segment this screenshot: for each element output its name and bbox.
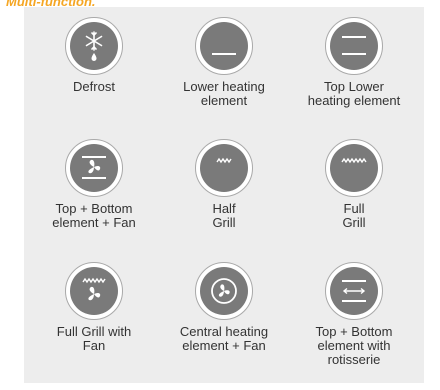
function-panel: Defrost Lower heating element Top Lower … — [24, 7, 424, 383]
full-grill-icon — [325, 139, 383, 197]
function-label: Full Grill — [342, 201, 366, 230]
function-label: Defrost — [73, 79, 115, 94]
half-grill-icon — [195, 139, 253, 197]
top-lower-heating-icon — [325, 17, 383, 75]
function-label: Top Lower heating element — [307, 79, 401, 108]
top-bottom-fan-icon — [65, 139, 123, 197]
snowflake-drop-icon — [65, 17, 123, 75]
function-label: Top + Bottom element with rotisserie — [315, 324, 393, 367]
central-heating-fan-icon — [195, 262, 253, 320]
top-bottom-rotisserie-icon — [325, 262, 383, 320]
function-label: Lower heating element — [183, 79, 265, 108]
lower-heating-icon — [195, 17, 253, 75]
function-label: Full Grill with Fan — [56, 324, 132, 353]
function-label: Central heating element + Fan — [179, 324, 269, 353]
function-label: Top + Bottom element + Fan — [52, 201, 136, 230]
full-grill-fan-icon — [65, 262, 123, 320]
function-label: Half Grill — [212, 201, 236, 230]
